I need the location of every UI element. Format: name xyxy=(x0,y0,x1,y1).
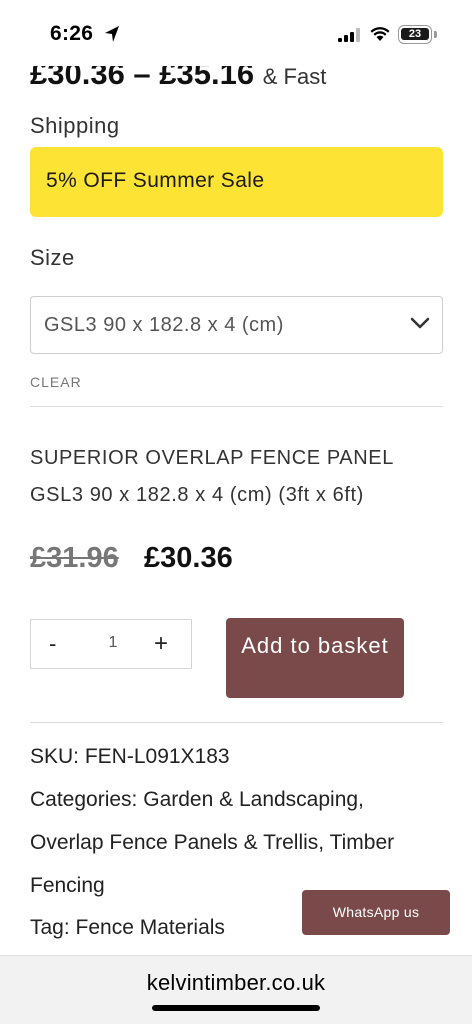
sale-banner-text: 5% OFF Summer Sale xyxy=(46,169,265,192)
browser-address-bar[interactable]: kelvintimber.co.uk xyxy=(0,955,472,1024)
tag-label: Tag: xyxy=(30,916,70,939)
location-arrow-icon xyxy=(105,26,119,42)
quantity-increase-button[interactable]: + xyxy=(154,630,168,658)
whatsapp-button[interactable]: WhatsApp us xyxy=(302,890,450,935)
signal-icon xyxy=(338,28,360,42)
size-label: Size xyxy=(30,245,75,270)
categories-row-3: Fencing xyxy=(30,874,105,898)
home-indicator[interactable] xyxy=(152,1005,320,1011)
add-to-basket-button[interactable]: Add to basket xyxy=(226,618,404,698)
variant-line-2: GSL3 90 x 182.8 x 4 (cm) (3ft x 6ft) xyxy=(30,484,364,506)
category-link-timber-fencing-cont[interactable]: Fencing xyxy=(30,874,105,897)
categories-row: Categories: Garden & Landscaping, xyxy=(30,788,364,812)
size-select-value: GSL3 90 x 182.8 x 4 (cm) xyxy=(44,314,284,336)
battery-tip xyxy=(434,31,437,38)
category-link-garden[interactable]: Garden & Landscaping, xyxy=(143,788,364,811)
wifi-icon xyxy=(370,27,390,41)
categories-row-2: Overlap Fence Panels & Trellis, Timber xyxy=(30,831,394,855)
shipping-inline-text: & Fast xyxy=(262,64,327,89)
divider xyxy=(30,722,443,723)
quantity-input[interactable]: 1 xyxy=(103,634,123,652)
old-price: £31.96 xyxy=(30,542,119,574)
quantity-decrease-button[interactable]: - xyxy=(49,631,56,657)
categories-label: Categories: xyxy=(30,788,138,811)
url-text[interactable]: kelvintimber.co.uk xyxy=(0,970,472,996)
status-time: 6:26 xyxy=(50,22,94,45)
category-link-timber-fencing[interactable]: Timber xyxy=(330,831,395,854)
tag-link-fence-materials[interactable]: Fence Materials xyxy=(76,916,225,939)
variant-line-1: SUPERIOR OVERLAP FENCE PANEL xyxy=(30,447,394,469)
quantity-stepper: - 1 + xyxy=(30,619,192,669)
variant-description: SUPERIOR OVERLAP FENCE PANEL GSL3 90 x 1… xyxy=(30,440,450,514)
battery-level: 23 xyxy=(401,28,429,40)
sale-banner: 5% OFF Summer Sale xyxy=(30,147,443,217)
sku: SKU: FEN-L091X183 xyxy=(30,745,230,768)
sale-price: £30.36 xyxy=(144,542,233,574)
category-link-overlap[interactable]: Overlap Fence Panels & Trellis, xyxy=(30,831,324,854)
chevron-down-icon xyxy=(410,317,430,329)
clear-link[interactable]: CLEAR xyxy=(30,374,82,390)
shipping-text: Shipping xyxy=(30,113,120,138)
divider xyxy=(30,406,443,407)
tag-row: Tag: Fence Materials xyxy=(30,916,225,940)
status-bar: 6:26 23 xyxy=(0,0,472,66)
battery-icon: 23 xyxy=(398,25,432,44)
size-select[interactable]: GSL3 90 x 182.8 x 4 (cm) xyxy=(30,296,443,354)
